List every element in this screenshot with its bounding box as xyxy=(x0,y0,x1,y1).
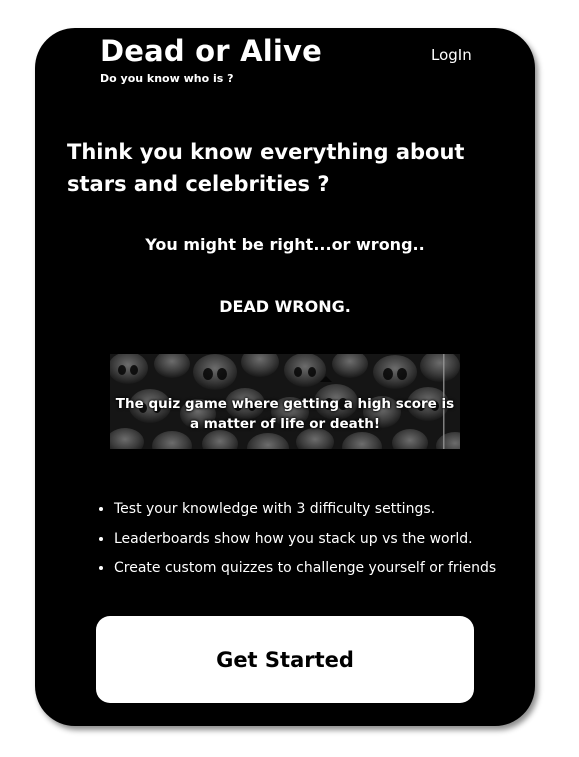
hero-emphasis: DEAD WRONG. xyxy=(219,297,351,316)
feature-item: Test your knowledge with 3 difficulty se… xyxy=(114,495,496,525)
banner-caption: The quiz game where getting a high score… xyxy=(115,396,455,432)
hero-subline: You might be right...or wrong.. xyxy=(145,235,425,254)
hero-headline: Think you know everything about stars an… xyxy=(67,140,465,196)
landing-card: Dead or Alive Do you know who is ? LogIn… xyxy=(35,28,535,726)
app-tagline: Do you know who is ? xyxy=(100,72,234,85)
get-started-button[interactable]: Get Started xyxy=(96,616,474,703)
feature-item: Create custom quizzes to challenge yours… xyxy=(114,554,496,584)
app-title: Dead or Alive xyxy=(100,34,322,68)
feature-list: Test your knowledge with 3 difficulty se… xyxy=(95,495,496,584)
login-link[interactable]: LogIn xyxy=(431,45,472,65)
skulls-banner: The quiz game where getting a high score… xyxy=(110,354,460,449)
feature-item: Leaderboards show how you stack up vs th… xyxy=(114,525,496,555)
